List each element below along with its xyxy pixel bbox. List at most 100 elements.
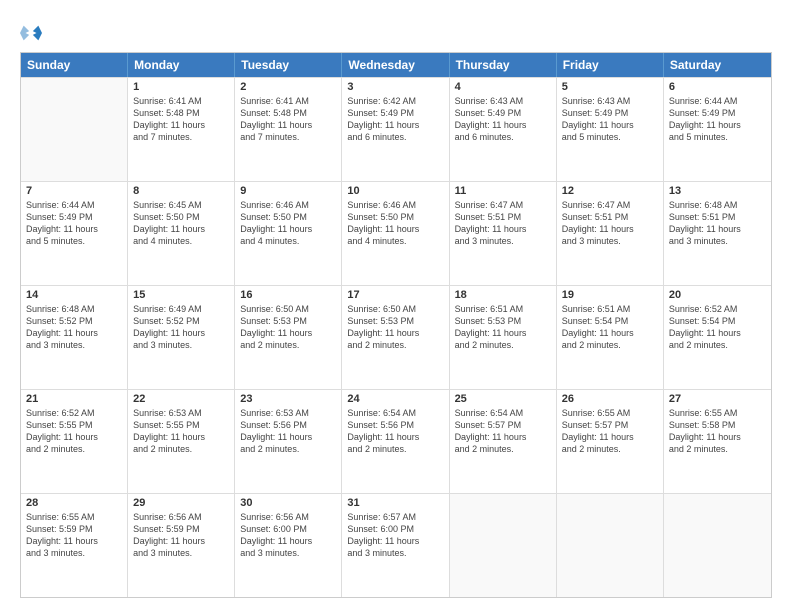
day-number: 13 [669,185,766,197]
header-day-wednesday: Wednesday [342,53,449,77]
day-number: 31 [347,497,443,509]
day-info: Sunrise: 6:44 AM Sunset: 5:49 PM Dayligh… [669,95,766,144]
calendar-body: 1 Sunrise: 6:41 AM Sunset: 5:48 PM Daylig… [21,77,771,597]
calendar-cell: 25Sunrise: 6:54 AM Sunset: 5:57 PM Dayli… [450,390,557,493]
day-info: Sunrise: 6:45 AM Sunset: 5:50 PM Dayligh… [133,199,229,248]
calendar-cell: 2 Sunrise: 6:41 AM Sunset: 5:48 PM Daylig… [235,78,342,181]
day-number: 7 [26,185,122,197]
calendar-cell: 22 Sunrise: 6:53 AM Sunset: 5:55 PM Dayli… [128,390,235,493]
day-number: 3 [347,81,443,93]
calendar-cell: 1 Sunrise: 6:41 AM Sunset: 5:48 PM Daylig… [128,78,235,181]
day-info: Sunrise: 6:52 AM Sunset: 5:55 PM Dayligh… [26,407,122,456]
day-info: Sunrise: 6:55 AM Sunset: 5:58 PM Dayligh… [669,407,766,456]
day-info: Sunrise: 6:56 AM Sunset: 6:00 PM Dayligh… [240,511,336,560]
calendar-header: SundayMondayTuesdayWednesdayThursdayFrid… [21,53,771,77]
day-number: 19 [562,289,658,301]
logo-icon [20,22,42,44]
day-info: Sunrise: 6:46 AM Sunset: 5:50 PM Dayligh… [240,199,336,248]
calendar-cell: 28 Sunrise: 6:55 AM Sunset: 5:59 PM Dayli… [21,494,128,597]
day-number: 9 [240,185,336,197]
day-number: 10 [347,185,443,197]
day-number: 12 [562,185,658,197]
calendar-cell: 11Sunrise: 6:47 AM Sunset: 5:51 PM Dayli… [450,182,557,285]
day-number: 18 [455,289,551,301]
day-number: 15 [133,289,229,301]
calendar-cell: 12 Sunrise: 6:47 AM Sunset: 5:51 PM Dayli… [557,182,664,285]
calendar-cell: 26 Sunrise: 6:55 AM Sunset: 5:57 PM Dayli… [557,390,664,493]
day-number: 8 [133,185,229,197]
day-number: 14 [26,289,122,301]
calendar-cell: 18 Sunrise: 6:51 AM Sunset: 5:53 PM Dayli… [450,286,557,389]
day-number: 16 [240,289,336,301]
calendar-cell: 24 Sunrise: 6:54 AM Sunset: 5:56 PM Dayli… [342,390,449,493]
day-info: Sunrise: 6:47 AM Sunset: 5:51 PM Dayligh… [455,199,551,248]
day-info: Sunrise: 6:44 AM Sunset: 5:49 PM Dayligh… [26,199,122,248]
page: SundayMondayTuesdayWednesdayThursdayFrid… [0,0,792,612]
calendar-cell: 20 Sunrise: 6:52 AM Sunset: 5:54 PM Dayli… [664,286,771,389]
day-info: Sunrise: 6:51 AM Sunset: 5:54 PM Dayligh… [562,303,658,352]
calendar-cell [21,78,128,181]
header-day-saturday: Saturday [664,53,771,77]
day-number: 1 [133,81,229,93]
calendar-cell: 9 Sunrise: 6:46 AM Sunset: 5:50 PM Daylig… [235,182,342,285]
day-info: Sunrise: 6:52 AM Sunset: 5:54 PM Dayligh… [669,303,766,352]
calendar-cell: 21 Sunrise: 6:52 AM Sunset: 5:55 PM Dayli… [21,390,128,493]
calendar-cell: 14Sunrise: 6:48 AM Sunset: 5:52 PM Dayli… [21,286,128,389]
day-number: 6 [669,81,766,93]
calendar-cell: 30 Sunrise: 6:56 AM Sunset: 6:00 PM Dayli… [235,494,342,597]
calendar-row-3: 14Sunrise: 6:48 AM Sunset: 5:52 PM Dayli… [21,285,771,389]
day-info: Sunrise: 6:55 AM Sunset: 5:57 PM Dayligh… [562,407,658,456]
calendar-cell: 31 Sunrise: 6:57 AM Sunset: 6:00 PM Dayli… [342,494,449,597]
header-day-tuesday: Tuesday [235,53,342,77]
calendar-cell [557,494,664,597]
header-day-friday: Friday [557,53,664,77]
day-number: 26 [562,393,658,405]
header-day-sunday: Sunday [21,53,128,77]
day-info: Sunrise: 6:47 AM Sunset: 5:51 PM Dayligh… [562,199,658,248]
day-number: 28 [26,497,122,509]
day-info: Sunrise: 6:41 AM Sunset: 5:48 PM Dayligh… [133,95,229,144]
header-day-monday: Monday [128,53,235,77]
day-info: Sunrise: 6:41 AM Sunset: 5:48 PM Dayligh… [240,95,336,144]
day-info: Sunrise: 6:57 AM Sunset: 6:00 PM Dayligh… [347,511,443,560]
calendar-cell: 5Sunrise: 6:43 AM Sunset: 5:49 PM Daylig… [557,78,664,181]
day-info: Sunrise: 6:49 AM Sunset: 5:52 PM Dayligh… [133,303,229,352]
calendar-cell [664,494,771,597]
calendar-cell: 29Sunrise: 6:56 AM Sunset: 5:59 PM Dayli… [128,494,235,597]
day-info: Sunrise: 6:55 AM Sunset: 5:59 PM Dayligh… [26,511,122,560]
day-info: Sunrise: 6:48 AM Sunset: 5:51 PM Dayligh… [669,199,766,248]
day-info: Sunrise: 6:43 AM Sunset: 5:49 PM Dayligh… [455,95,551,144]
calendar-cell: 27Sunrise: 6:55 AM Sunset: 5:58 PM Dayli… [664,390,771,493]
day-number: 30 [240,497,336,509]
day-info: Sunrise: 6:50 AM Sunset: 5:53 PM Dayligh… [240,303,336,352]
calendar-cell: 10Sunrise: 6:46 AM Sunset: 5:50 PM Dayli… [342,182,449,285]
calendar-cell: 6 Sunrise: 6:44 AM Sunset: 5:49 PM Daylig… [664,78,771,181]
calendar-cell: 15 Sunrise: 6:49 AM Sunset: 5:52 PM Dayli… [128,286,235,389]
day-number: 4 [455,81,551,93]
calendar-cell: 8 Sunrise: 6:45 AM Sunset: 5:50 PM Daylig… [128,182,235,285]
header [20,18,772,44]
day-number: 21 [26,393,122,405]
day-number: 23 [240,393,336,405]
day-info: Sunrise: 6:53 AM Sunset: 5:55 PM Dayligh… [133,407,229,456]
calendar-cell: 4 Sunrise: 6:43 AM Sunset: 5:49 PM Daylig… [450,78,557,181]
day-info: Sunrise: 6:51 AM Sunset: 5:53 PM Dayligh… [455,303,551,352]
calendar-row-5: 28 Sunrise: 6:55 AM Sunset: 5:59 PM Dayli… [21,493,771,597]
calendar-row-1: 1 Sunrise: 6:41 AM Sunset: 5:48 PM Daylig… [21,77,771,181]
day-number: 5 [562,81,658,93]
calendar-row-4: 21 Sunrise: 6:52 AM Sunset: 5:55 PM Dayli… [21,389,771,493]
calendar-cell: 16 Sunrise: 6:50 AM Sunset: 5:53 PM Dayli… [235,286,342,389]
day-number: 24 [347,393,443,405]
day-number: 2 [240,81,336,93]
day-number: 25 [455,393,551,405]
calendar-row-2: 7 Sunrise: 6:44 AM Sunset: 5:49 PM Daylig… [21,181,771,285]
calendar: SundayMondayTuesdayWednesdayThursdayFrid… [20,52,772,598]
calendar-cell: 7 Sunrise: 6:44 AM Sunset: 5:49 PM Daylig… [21,182,128,285]
day-number: 20 [669,289,766,301]
day-info: Sunrise: 6:53 AM Sunset: 5:56 PM Dayligh… [240,407,336,456]
day-number: 22 [133,393,229,405]
calendar-cell: 13 Sunrise: 6:48 AM Sunset: 5:51 PM Dayli… [664,182,771,285]
logo [20,22,44,44]
day-info: Sunrise: 6:54 AM Sunset: 5:56 PM Dayligh… [347,407,443,456]
calendar-cell [450,494,557,597]
